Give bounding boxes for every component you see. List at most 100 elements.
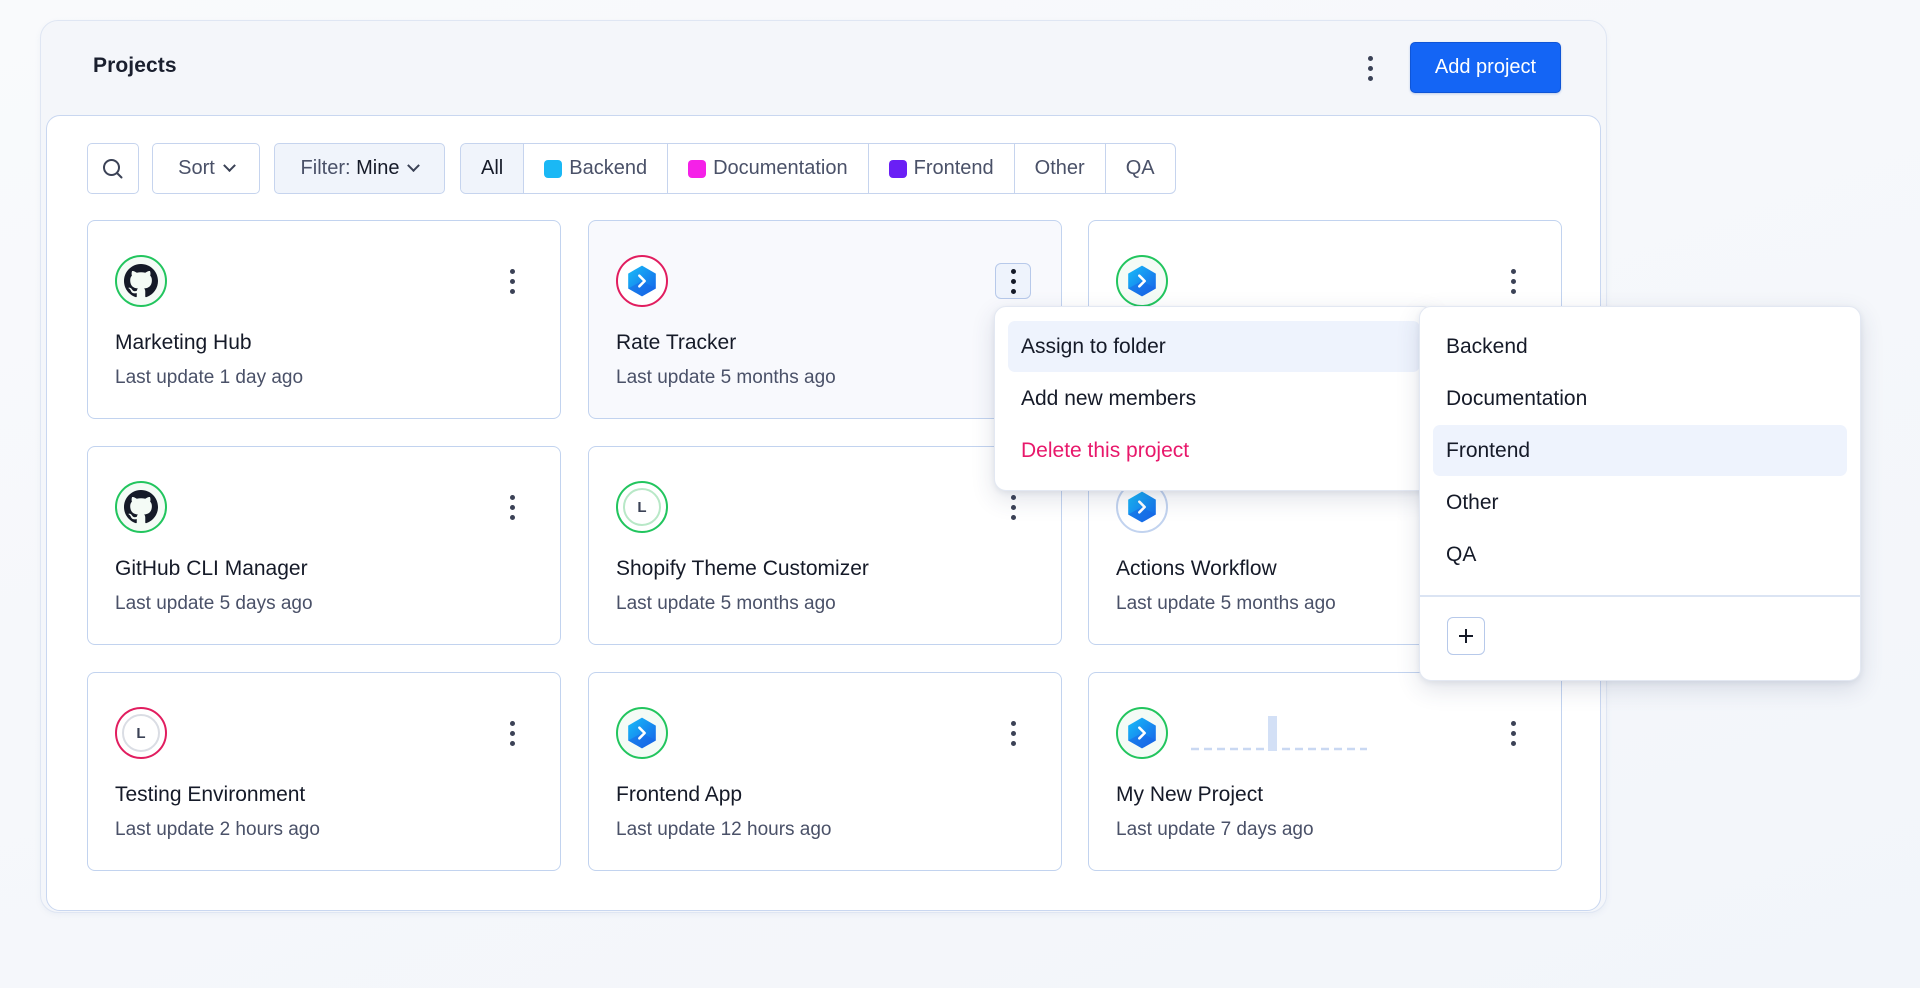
github-icon	[124, 490, 158, 524]
project-name: Testing Environment	[115, 783, 306, 806]
kebab-vertical-icon	[509, 494, 515, 500]
project-updated: Last update 5 months ago	[616, 367, 836, 388]
folder-option-frontend[interactable]: Frontend	[1433, 425, 1847, 476]
project-card[interactable]: Rate Tracker Last update 5 months ago	[588, 220, 1062, 419]
tab-frontend[interactable]: Frontend	[869, 144, 1015, 193]
folder-color-swatch	[888, 159, 907, 178]
letter-avatar: L	[623, 488, 661, 526]
card-more-button[interactable]	[995, 489, 1031, 525]
kebab-dot	[1367, 75, 1373, 81]
filter-prefix: Filter:	[300, 157, 351, 179]
search-icon	[103, 158, 123, 178]
project-updated: Last update 5 days ago	[115, 593, 313, 614]
project-card[interactable]: L Testing Environment Last update 2 hour…	[87, 672, 561, 871]
project-card[interactable]: Frontend App Last update 12 hours ago	[588, 672, 1062, 871]
project-context-menu: Assign to folder Add new members Delete …	[994, 306, 1434, 491]
project-updated: Last update 5 months ago	[1116, 593, 1336, 614]
project-avatar	[1116, 707, 1168, 759]
project-name: GitHub CLI Manager	[115, 557, 308, 580]
folder-option-documentation[interactable]: Documentation	[1433, 373, 1847, 424]
filter-dropdown[interactable]: Filter: Mine	[274, 143, 445, 194]
card-more-button[interactable]	[995, 715, 1031, 751]
kebab-dot	[1367, 65, 1373, 71]
project-name: Actions Workflow	[1116, 557, 1277, 580]
filter-label: Filter: Mine	[301, 157, 400, 180]
folder-color-swatch	[544, 159, 563, 178]
card-more-button[interactable]	[494, 263, 530, 299]
project-card[interactable]: Marketing Hub Last update 1 day ago	[87, 220, 561, 419]
kebab-dot	[509, 730, 515, 736]
kebab-dot	[509, 740, 515, 746]
tab-documentation[interactable]: Documentation	[668, 144, 869, 193]
kebab-dot	[509, 504, 515, 510]
menu-divider	[1420, 595, 1860, 597]
activity-sparkline	[1191, 716, 1367, 751]
kebab-dot	[1010, 740, 1016, 746]
project-card[interactable]: GitHub CLI Manager Last update 5 days ag…	[87, 446, 561, 645]
folder-option-other[interactable]: Other	[1433, 477, 1847, 528]
kebab-dot	[1510, 730, 1516, 736]
tab-label: All	[481, 157, 504, 179]
tab-other[interactable]: Other	[1015, 144, 1106, 193]
project-updated: Last update 12 hours ago	[616, 819, 832, 840]
tab-label: Frontend	[913, 157, 994, 179]
kebab-dot	[1510, 278, 1516, 284]
project-updated: Last update 1 day ago	[115, 367, 304, 388]
hexagon-app-icon	[625, 264, 659, 298]
project-card[interactable]: L Shopify Theme Customizer Last update 5…	[588, 446, 1062, 645]
tab-all[interactable]: All	[461, 144, 525, 193]
github-icon	[124, 264, 158, 298]
folder-option-backend[interactable]: Backend	[1433, 321, 1847, 372]
tab-label: Documentation	[713, 157, 848, 179]
add-folder-button[interactable]	[1447, 617, 1485, 655]
card-more-button[interactable]	[494, 715, 530, 751]
kebab-dot	[1010, 288, 1016, 294]
chevron-down-icon	[407, 159, 421, 173]
project-avatar	[616, 255, 668, 307]
tab-qa[interactable]: QA	[1106, 144, 1175, 193]
kebab-dot	[1510, 288, 1516, 294]
project-avatar: L	[616, 481, 668, 533]
kebab-vertical-icon	[1010, 268, 1016, 274]
card-more-button[interactable]	[1495, 263, 1531, 299]
tab-label: Backend	[569, 157, 648, 179]
kebab-dot	[1010, 278, 1016, 284]
kebab-dot	[509, 514, 515, 520]
header-more-button[interactable]	[1352, 50, 1388, 86]
project-name: Rate Tracker	[616, 331, 737, 354]
card-more-button[interactable]	[494, 489, 530, 525]
add-project-button[interactable]: Add project	[1410, 42, 1561, 93]
card-more-button[interactable]	[995, 263, 1031, 299]
project-avatar	[115, 481, 167, 533]
tab-backend[interactable]: Backend	[524, 144, 669, 193]
search-button[interactable]	[87, 143, 139, 194]
project-name: Marketing Hub	[115, 331, 252, 354]
menu-item-add-members[interactable]: Add new members	[1008, 373, 1420, 424]
menu-item-delete-project[interactable]: Delete this project	[1008, 425, 1420, 476]
page-title: Projects	[93, 54, 177, 77]
filter-value: Mine	[356, 157, 400, 179]
project-card[interactable]: My New Project Last update 7 days ago	[1088, 672, 1562, 871]
project-avatar	[115, 255, 167, 307]
sort-dropdown[interactable]: Sort	[152, 143, 260, 194]
project-updated: Last update 2 hours ago	[115, 819, 320, 840]
plus-icon	[1459, 629, 1473, 643]
kebab-dot	[509, 278, 515, 284]
folder-submenu: Backend Documentation Frontend Other QA	[1419, 306, 1861, 681]
project-name: Frontend App	[616, 783, 743, 806]
folder-option-qa[interactable]: QA	[1433, 529, 1847, 580]
kebab-vertical-icon	[1010, 494, 1016, 500]
folder-color-swatch	[688, 159, 707, 178]
hexagon-app-icon	[625, 716, 659, 750]
hexagon-app-icon	[1125, 490, 1159, 524]
hexagon-app-icon	[1125, 716, 1159, 750]
project-updated: Last update 7 days ago	[1116, 819, 1314, 840]
kebab-vertical-icon	[1010, 720, 1016, 726]
menu-item-assign-to-folder[interactable]: Assign to folder	[1008, 321, 1420, 372]
kebab-dot	[1010, 504, 1016, 510]
project-avatar	[616, 707, 668, 759]
kebab-vertical-icon	[509, 720, 515, 726]
folder-tabs: All Backend Documentation Frontend Other…	[460, 143, 1176, 194]
card-more-button[interactable]	[1495, 715, 1531, 751]
kebab-vertical-icon	[1510, 720, 1516, 726]
